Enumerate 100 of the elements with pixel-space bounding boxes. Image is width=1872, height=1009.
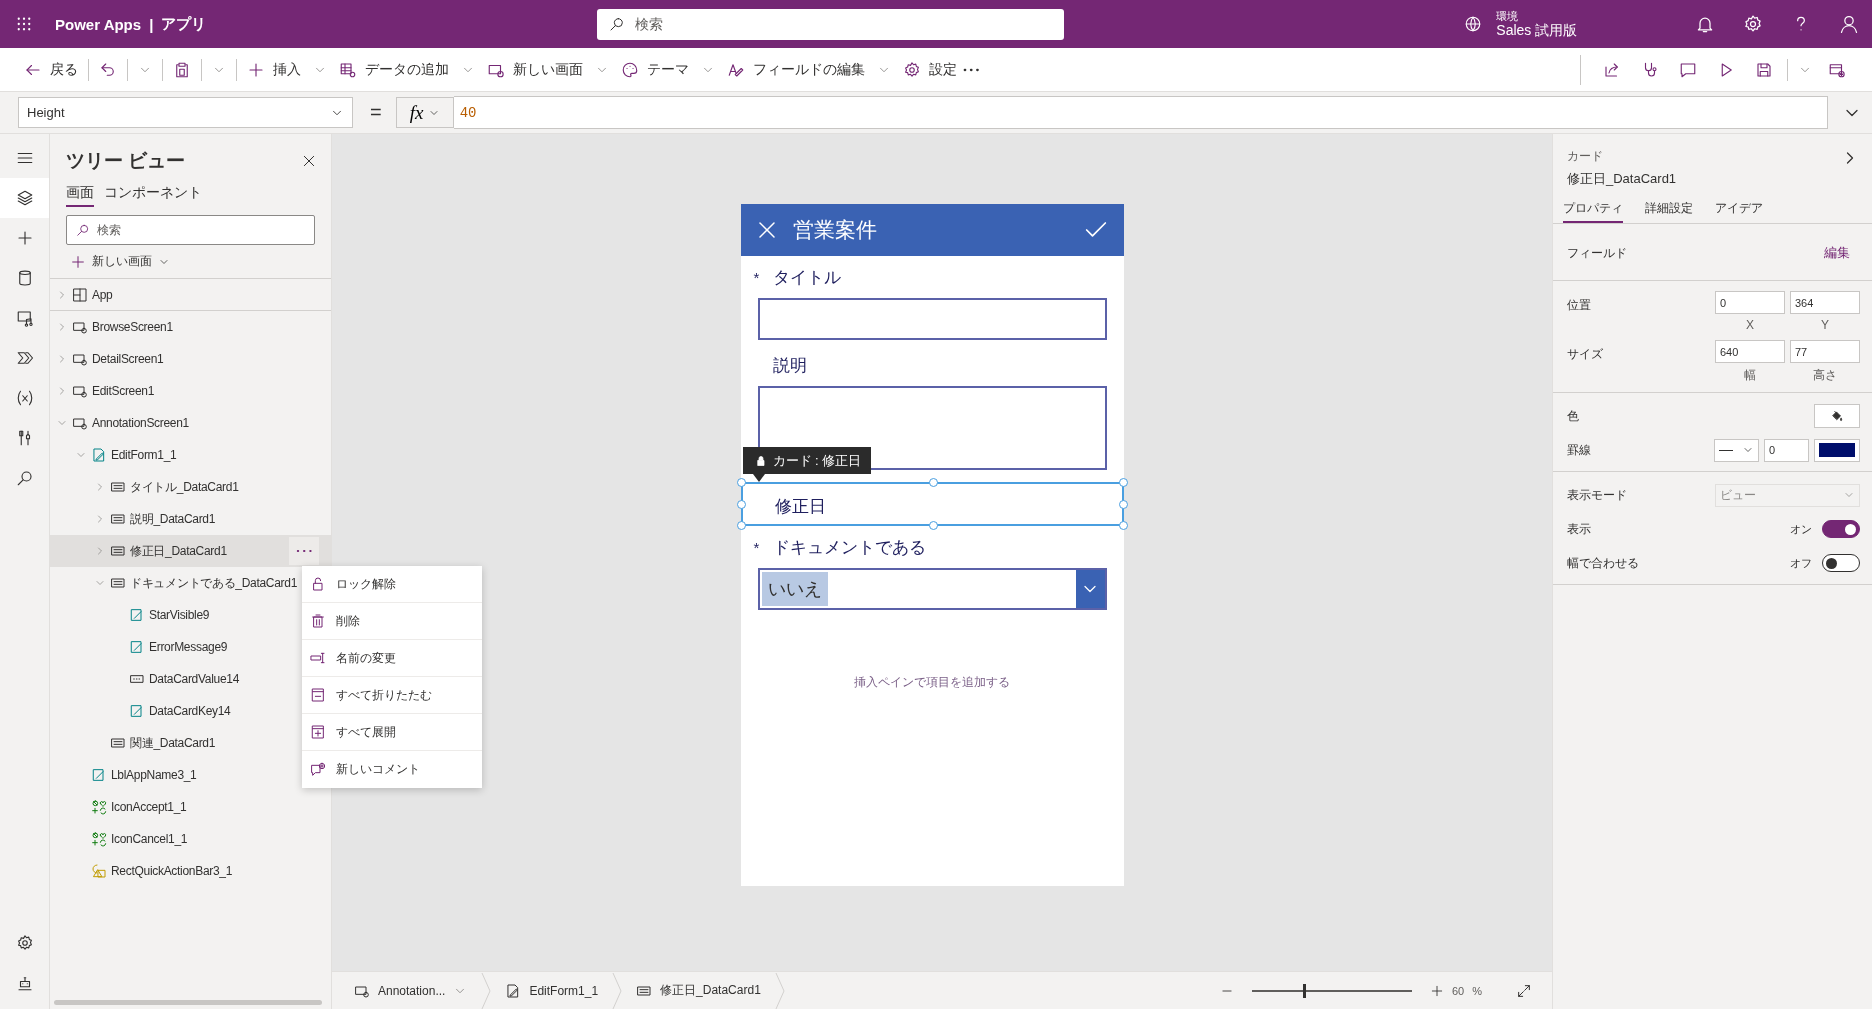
width-input[interactable]: 640 [1715, 340, 1785, 363]
border-width-input[interactable]: 0 [1764, 438, 1809, 462]
app-icon [72, 286, 88, 303]
menu-item[interactable]: すべて折りたたむ [302, 677, 482, 714]
dropdown[interactable]: いいえ [757, 568, 1107, 610]
toolbar-button[interactable]: 戻る [18, 56, 84, 83]
label-icon [129, 703, 145, 719]
comment-icon[interactable] [1679, 60, 1697, 79]
close-icon[interactable] [301, 153, 317, 169]
settings-icon [903, 60, 921, 79]
resize-handle[interactable] [1118, 521, 1128, 530]
resize-handle[interactable] [1118, 500, 1128, 509]
card-icon [110, 543, 126, 559]
border-color-picker[interactable] [1814, 438, 1860, 462]
tree-item[interactable]: DetailScreen1 [50, 343, 331, 375]
field-label: 説明 [772, 354, 807, 377]
toolbar-button[interactable]: 設定 [897, 56, 963, 83]
panel-tab[interactable]: 画面 [66, 182, 94, 207]
tree-item[interactable]: IconAccept1_1 [50, 791, 331, 823]
equals-sign: = [370, 101, 382, 124]
toggle-switch[interactable] [1822, 554, 1860, 572]
resize-handle[interactable] [1118, 478, 1128, 487]
x-input[interactable]: 0 [1715, 291, 1785, 314]
variables-icon[interactable] [15, 389, 34, 407]
settings-icon[interactable] [1743, 14, 1764, 34]
property-dropdown[interactable]: Height [18, 97, 353, 128]
trash-icon [310, 613, 326, 629]
plus-icon [70, 253, 86, 270]
form-icon [91, 447, 107, 463]
save-icon[interactable] [1755, 60, 1773, 79]
tree-item[interactable]: タイトル_DataCard1 [50, 471, 331, 503]
robot-icon[interactable] [15, 974, 34, 992]
y-input[interactable]: 364 [1790, 291, 1860, 314]
new-screen-button[interactable]: 新しい画面 [50, 245, 331, 278]
edit-link[interactable]: 編集 [1824, 244, 1850, 262]
breadcrumb-separator [481, 972, 492, 1009]
scrollbar[interactable] [54, 1000, 322, 1005]
settings-icon[interactable] [15, 934, 34, 952]
tree-item[interactable]: 説明_DataCard1 [50, 503, 331, 535]
shapes-icon [91, 863, 107, 879]
card-icon [110, 575, 126, 591]
search-field[interactable]: 検索 [66, 215, 315, 245]
share-icon[interactable] [1603, 60, 1621, 79]
breadcrumb-item[interactable]: Annotation... [348, 982, 474, 999]
media-icon[interactable] [15, 309, 34, 327]
property-label: サイズ [1567, 346, 1603, 363]
tree-item[interactable]: EditForm1_1 [50, 439, 331, 471]
tree-item[interactable]: RectQuickActionBar3_1 [50, 855, 331, 887]
rename-icon [310, 650, 326, 666]
tree-item[interactable]: App [50, 279, 331, 311]
search-field[interactable]: 検索 [597, 8, 1065, 40]
more-icon[interactable] [963, 67, 979, 72]
menu-item[interactable]: すべて展開 [302, 714, 482, 751]
property-label: 罫線 [1567, 441, 1591, 459]
field-label: タイトル [772, 266, 841, 289]
expand-icon [310, 724, 326, 740]
toolbar-button[interactable]: データの追加 [333, 56, 455, 83]
properties-tab[interactable]: プロパティ [1563, 200, 1623, 223]
toggle-state: オン [1790, 521, 1812, 537]
form-title: 営業案件 [792, 217, 878, 243]
tree-item[interactable]: AnnotationScreen1 [50, 407, 331, 439]
app-launcher-icon[interactable] [17, 17, 31, 31]
resize-handle[interactable] [736, 521, 746, 530]
product-name[interactable]: Power Apps [55, 15, 142, 33]
resize-handle[interactable] [736, 500, 746, 509]
tree-item[interactable]: IconCancel1_1 [50, 823, 331, 855]
toolbar-button[interactable]: フィールドの編集 [721, 56, 871, 83]
search-icon[interactable] [15, 469, 34, 487]
layers-icon[interactable] [15, 189, 34, 207]
resize-handle[interactable] [928, 478, 938, 487]
toggle-switch[interactable] [1822, 520, 1860, 538]
properties-tab[interactable]: アイデア [1715, 200, 1763, 223]
toolbar-button[interactable]: テーマ [615, 56, 695, 83]
property-label: 表示 [1567, 520, 1591, 538]
toolbar-button[interactable]: 新しい画面 [481, 56, 589, 83]
account-icon[interactable] [1839, 14, 1860, 34]
flow-icon[interactable] [15, 349, 34, 367]
text-input[interactable] [757, 298, 1107, 340]
screen-icon [72, 351, 88, 367]
menu-item[interactable]: 名前の変更 [302, 640, 482, 677]
label-icon [129, 639, 145, 655]
environment-name[interactable]: Sales 試用版 [1496, 22, 1578, 39]
formula-input[interactable]: 40 [453, 96, 1828, 129]
resize-handle[interactable] [928, 521, 938, 530]
tree-item[interactable]: EditScreen1 [50, 375, 331, 407]
breadcrumb-item[interactable]: EditForm1_1 [499, 982, 605, 999]
slider-thumb[interactable] [1303, 983, 1307, 998]
color-picker-button[interactable] [1814, 404, 1860, 428]
fit-to-window-icon[interactable] [1516, 982, 1532, 999]
height-input[interactable]: 77 [1790, 340, 1860, 363]
menu-item[interactable]: ロック解除 [302, 566, 482, 603]
menu-item[interactable]: 削除 [302, 603, 482, 640]
breadcrumb-item[interactable]: 修正日_DataCard1 [630, 982, 767, 999]
panel-tab[interactable]: コンポーネント [104, 182, 202, 207]
toolbar-button[interactable]: 挿入 [241, 56, 307, 83]
screen-icon [72, 383, 88, 399]
resize-handle[interactable] [736, 478, 746, 487]
function-button[interactable]: fx [395, 97, 454, 128]
tree-item[interactable]: BrowseScreen1 [50, 311, 331, 343]
properties-tab[interactable]: 詳細設定 [1645, 200, 1693, 223]
